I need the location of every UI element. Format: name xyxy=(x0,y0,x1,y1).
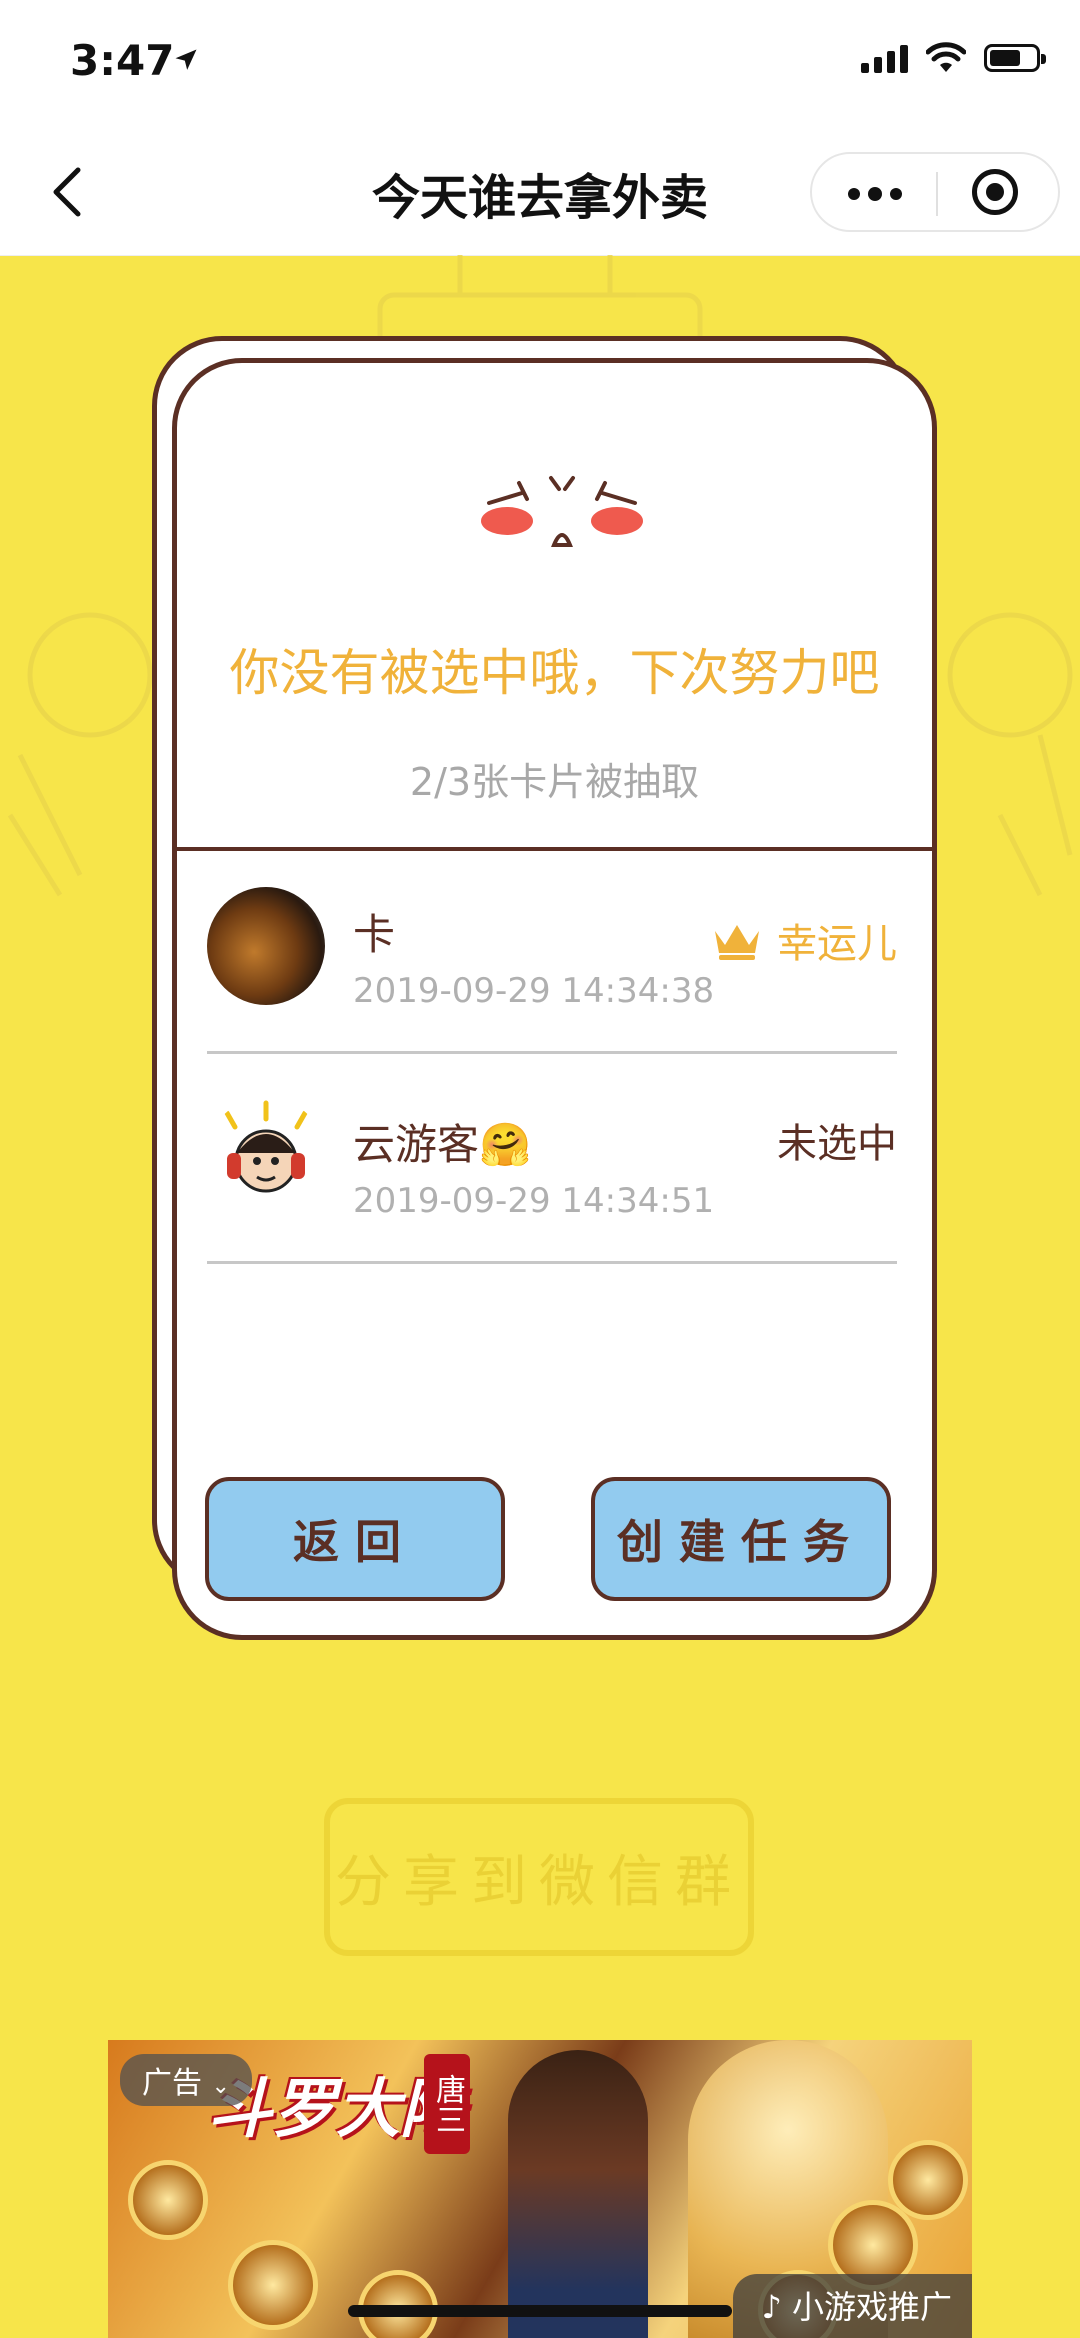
status-time: 3:47 xyxy=(70,36,175,85)
status-text: 幸运儿 xyxy=(777,921,897,967)
ad-source: ♪ 小游戏推广 xyxy=(733,2274,972,2338)
pouting-face-icon xyxy=(481,476,643,547)
ad-hero-figure xyxy=(508,2050,648,2338)
back-button[interactable]: 返回 xyxy=(205,1477,505,1601)
ad-orb xyxy=(228,2240,318,2330)
signal-icon xyxy=(861,43,908,73)
ad-banner[interactable]: 斗罗大陆 唐三 广告 ⌄ ♪ 小游戏推广 xyxy=(108,2040,972,2338)
ad-tag: 唐三 xyxy=(424,2054,470,2154)
nav-bar: 今天谁去拿外卖 xyxy=(0,130,1080,256)
capsule-divider xyxy=(936,172,938,216)
participant-name: 卡 xyxy=(353,910,396,959)
avatar xyxy=(207,887,325,1005)
ad-label-text: 广告 xyxy=(142,2066,202,2101)
mini-program-capsule xyxy=(810,152,1060,232)
status-badge: 幸运儿 xyxy=(711,911,897,969)
draw-count: 2/3张卡片被抽取 xyxy=(409,760,700,804)
home-indicator xyxy=(348,2305,732,2317)
participant-name: 云游客🤗 xyxy=(353,1120,532,1169)
crown-icon xyxy=(715,925,759,960)
chevron-down-icon: ⌄ xyxy=(211,2074,230,2099)
close-mini-program-icon[interactable] xyxy=(972,169,1018,215)
participant-timestamp: 2019-09-29 14:34:38 xyxy=(353,971,715,1011)
music-note-icon: ♪ xyxy=(761,2288,782,2326)
ad-orb xyxy=(888,2140,968,2220)
result-card: 你没有被选中哦，下次努力吧 2/3张卡片被抽取 卡 2019-09-29 14:… xyxy=(172,358,937,1640)
ad-orb xyxy=(128,2160,208,2240)
location-arrow-icon xyxy=(175,49,197,70)
status-text: 未选中 xyxy=(777,1121,897,1167)
participant-timestamp: 2019-09-29 14:34:51 xyxy=(353,1181,715,1221)
more-menu-icon[interactable] xyxy=(848,187,902,201)
battery-icon xyxy=(984,44,1046,72)
ad-source-text: 小游戏推广 xyxy=(791,2288,952,2326)
result-message: 你没有被选中哦，下次努力吧 xyxy=(229,644,880,702)
wifi-icon xyxy=(926,42,966,72)
list-item: 卡 2019-09-29 14:34:38 幸运儿 xyxy=(207,871,897,1054)
create-task-button[interactable]: 创建任务 xyxy=(591,1477,891,1601)
ad-orb xyxy=(358,2270,438,2338)
status-bar: 3:47 xyxy=(0,0,1080,130)
card-divider xyxy=(177,847,932,851)
ad-label[interactable]: 广告 ⌄ xyxy=(120,2054,252,2106)
share-to-wechat-group-button[interactable]: 分享到微信群 xyxy=(324,1798,754,1956)
list-item: 云游客🤗 2019-09-29 14:34:51 未选中 xyxy=(207,1081,897,1264)
avatar xyxy=(207,1097,325,1215)
